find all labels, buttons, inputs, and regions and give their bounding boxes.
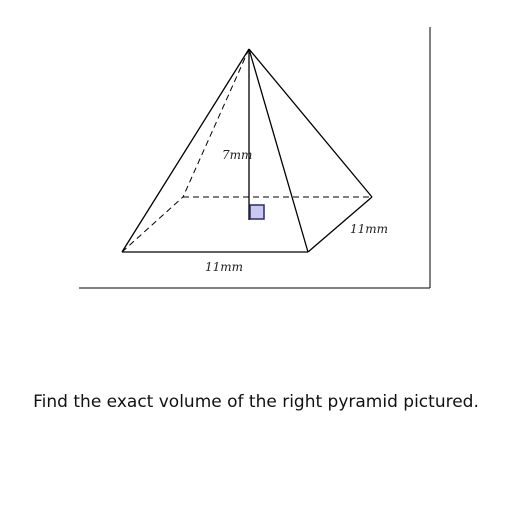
hidden-apex-back-edge <box>182 48 250 198</box>
lateral-edge-back-right <box>248 48 373 198</box>
height-label: 7mm <box>222 148 252 162</box>
base-side-label: 11mm <box>350 222 388 236</box>
right-angle-marker <box>249 204 265 220</box>
pyramid-figure: 7mm 11mm 11mm <box>79 27 431 289</box>
hidden-base-left-edge <box>121 196 184 253</box>
problem-card: 7mm 11mm 11mm Find the exact volume of t… <box>0 0 512 512</box>
base-front-label: 11mm <box>205 260 243 274</box>
question-text: Find the exact volume of the right pyram… <box>33 392 479 412</box>
lateral-edge-front-right <box>248 48 309 253</box>
